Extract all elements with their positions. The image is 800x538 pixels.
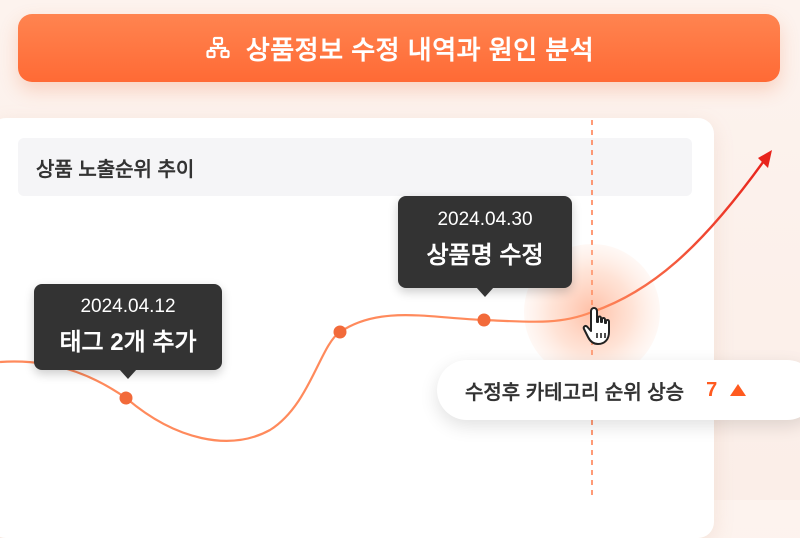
annotation-tooltip-tag: 2024.04.12 태그 2개 추가 [34, 284, 222, 370]
badge-value: 7 [706, 378, 718, 401]
annotation-date: 2024.04.12 [80, 296, 176, 317]
data-point [477, 313, 491, 327]
annotation-label: 태그 2개 추가 [59, 329, 197, 356]
triangle-up-icon [729, 383, 747, 397]
annotation-date: 2024.04.30 [437, 209, 533, 230]
badge-text: 수정후 카테고리 순위 상승 [465, 381, 685, 404]
annotation-tooltip-name: 2024.04.30 상품명 수정 [398, 196, 572, 288]
annotation-label: 상품명 수정 [426, 242, 544, 269]
data-point [119, 391, 133, 405]
data-point [333, 325, 347, 339]
rank-rise-badge: 수정후 카테고리 순위 상승 7 [437, 360, 800, 420]
